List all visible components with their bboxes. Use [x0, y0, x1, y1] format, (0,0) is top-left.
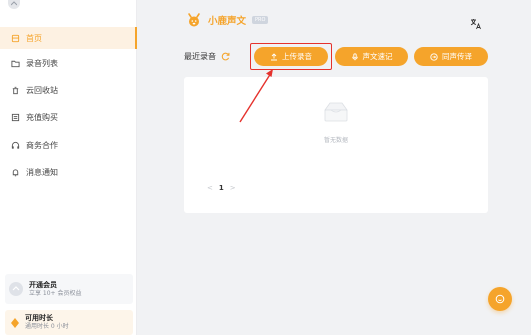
member-subtitle: 立享 10+ 会员权益	[29, 289, 82, 297]
member-title: 开通会员	[29, 280, 57, 289]
pro-badge: PRO	[252, 16, 269, 24]
brand-name: 小鹿声文	[208, 16, 247, 27]
trash-icon	[10, 85, 20, 95]
voice-note-button-label: 声文速记	[362, 52, 393, 61]
sidebar-item-recycle[interactable]: 云回收站	[0, 79, 137, 101]
sidebar-item-label: 商务合作	[26, 140, 58, 150]
member-avatar-icon	[9, 282, 23, 296]
sidebar-item-label: 云回收站	[26, 85, 58, 95]
recordings-panel: 暂无数据 < 1 >	[184, 77, 488, 213]
sidebar-item-business[interactable]: 商务合作	[0, 134, 137, 156]
time-icon	[11, 317, 19, 328]
section-title-text: 最近录音	[184, 52, 216, 61]
sidebar-item-label: 消息通知	[26, 167, 58, 177]
app-logo-icon	[8, 0, 20, 9]
time-title: 可用时长	[25, 314, 53, 322]
floating-chat-button[interactable]	[488, 287, 512, 311]
home-icon	[10, 33, 20, 43]
annotation-highlight-box	[250, 43, 332, 70]
sidebar-item-notifications[interactable]: 消息通知	[0, 161, 137, 183]
empty-box-icon	[324, 102, 348, 122]
member-card[interactable]: 开通会员 立享 10+ 会员权益	[5, 274, 133, 304]
refresh-icon[interactable]	[221, 52, 230, 61]
folder-icon	[10, 58, 20, 68]
chat-icon	[495, 294, 505, 304]
empty-state-text: 暂无数据	[323, 137, 348, 144]
microphone-icon	[351, 52, 358, 60]
sidebar-item-purchase[interactable]: 充值购买	[0, 106, 137, 128]
time-subtitle: 通用时长 0 小时	[25, 323, 69, 330]
sidebar: 首页 录音列表 云回收站 充值购买 商务合作 消息通知 开通会员 立享 10+ …	[0, 0, 137, 335]
sidebar-item-label: 首页	[26, 33, 42, 43]
interpretation-icon	[430, 52, 438, 61]
sidebar-item-recordings[interactable]: 录音列表	[0, 52, 137, 74]
time-card[interactable]: 可用时长 通用时长 0 小时	[5, 310, 133, 335]
sidebar-item-label: 录音列表	[26, 58, 58, 68]
pager-prev-button[interactable]: <	[207, 184, 213, 192]
sidebar-item-label: 充值购买	[26, 112, 58, 122]
sidebar-item-home[interactable]: 首页	[0, 27, 137, 49]
bell-icon	[10, 167, 20, 177]
recent-recordings-title: 最近录音	[184, 51, 230, 62]
purchase-icon	[10, 112, 20, 122]
deer-logo-icon	[188, 13, 200, 27]
translate-icon[interactable]	[470, 18, 482, 30]
voice-note-button[interactable]: 声文速记	[335, 47, 408, 66]
simultaneous-interpretation-button[interactable]: 同声传译	[414, 47, 488, 66]
headset-icon	[10, 140, 20, 150]
interpretation-button-label: 同声传译	[442, 52, 472, 61]
pager-next-button[interactable]: >	[230, 184, 236, 192]
brand: 小鹿声文 PRO	[186, 12, 269, 28]
pagination: < 1 >	[201, 184, 242, 192]
pager-current-page[interactable]: 1	[219, 184, 224, 192]
